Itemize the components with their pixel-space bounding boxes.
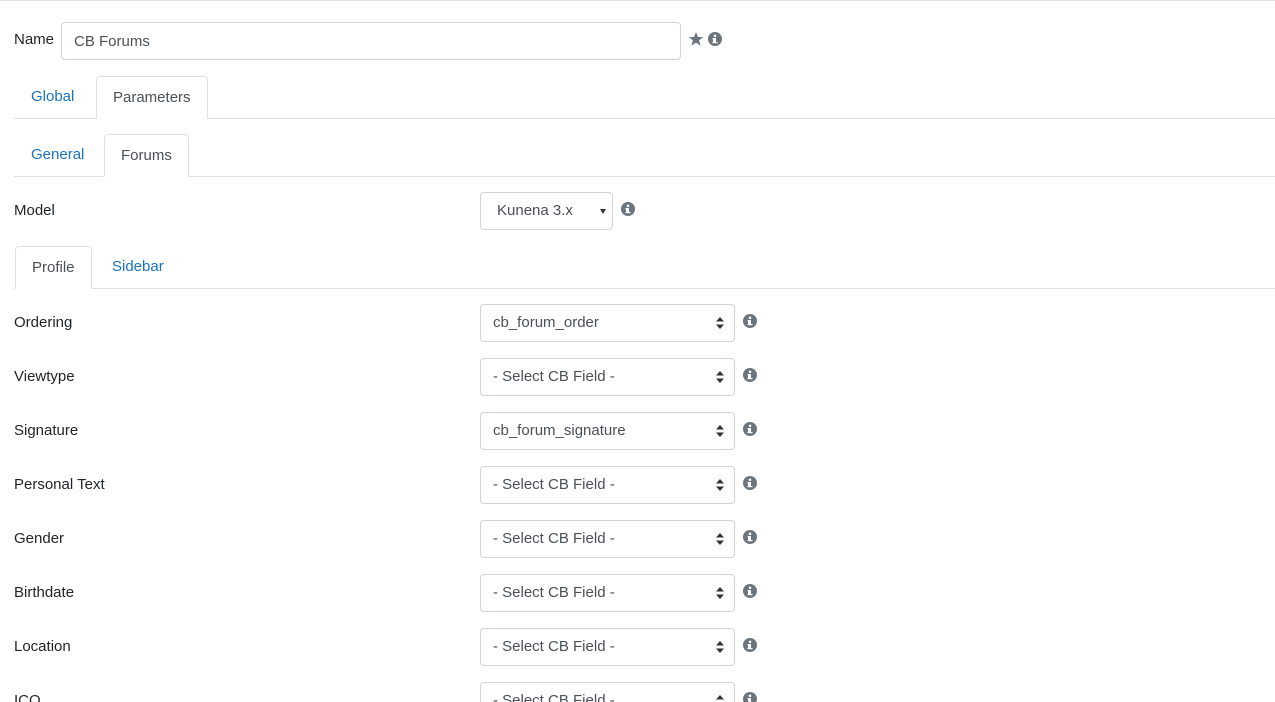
tab-global[interactable]: Global: [15, 76, 90, 118]
name-input[interactable]: [61, 22, 681, 60]
field-select-value: - Select CB Field -: [493, 584, 615, 601]
info-icon[interactable]: [743, 530, 757, 544]
field-label-signature: Signature: [14, 422, 79, 439]
sort-arrows-icon: [716, 479, 724, 491]
field-select-value: - Select CB Field -: [493, 638, 615, 655]
field-select-value: - Select CB Field -: [493, 530, 615, 547]
model-info-icon[interactable]: [621, 202, 635, 216]
name-info-icon[interactable]: [708, 32, 722, 46]
field-select-value: - Select CB Field -: [493, 692, 615, 702]
info-icon[interactable]: [743, 692, 757, 702]
field-select-ordering[interactable]: cb_forum_order: [480, 304, 735, 342]
info-icon[interactable]: [743, 476, 757, 490]
profile-tabs: Profile Sidebar: [14, 246, 1275, 289]
chevron-down-icon: [600, 209, 606, 214]
info-icon[interactable]: [743, 584, 757, 598]
field-select-value: cb_forum_order: [493, 314, 599, 331]
field-select-gender[interactable]: - Select CB Field -: [480, 520, 735, 558]
field-select-value: - Select CB Field -: [493, 368, 615, 385]
field-select-value: - Select CB Field -: [493, 476, 615, 493]
field-select-viewtype[interactable]: - Select CB Field -: [480, 358, 735, 396]
field-label-ordering: Ordering: [14, 314, 73, 331]
field-select-birthdate[interactable]: - Select CB Field -: [480, 574, 735, 612]
field-select-icq[interactable]: - Select CB Field -: [480, 682, 735, 702]
sort-arrows-icon: [716, 587, 724, 599]
tab-profile[interactable]: Profile: [15, 246, 92, 289]
model-label: Model: [14, 202, 55, 219]
name-label: Name: [14, 31, 55, 48]
tab-parameters[interactable]: Parameters: [96, 76, 208, 119]
info-icon[interactable]: [743, 314, 757, 328]
star-icon[interactable]: [688, 31, 704, 47]
field-label-location: Location: [14, 638, 71, 655]
top-divider: [0, 0, 1275, 1]
field-label-gender: Gender: [14, 530, 65, 547]
sort-arrows-icon: [716, 317, 724, 329]
sort-arrows-icon: [716, 371, 724, 383]
model-select[interactable]: Kunena 3.x: [480, 192, 613, 230]
info-icon[interactable]: [743, 422, 757, 436]
sort-arrows-icon: [716, 533, 724, 545]
sort-arrows-icon: [716, 425, 724, 437]
field-label-viewtype: Viewtype: [14, 368, 75, 385]
field-select-personal-text[interactable]: - Select CB Field -: [480, 466, 735, 504]
model-select-value: Kunena 3.x: [497, 202, 573, 219]
tab-sidebar[interactable]: Sidebar: [96, 246, 180, 288]
info-icon[interactable]: [743, 638, 757, 652]
info-icon[interactable]: [743, 368, 757, 382]
field-select-signature[interactable]: cb_forum_signature: [480, 412, 735, 450]
main-tabs: Global Parameters: [14, 76, 1275, 119]
tab-forums[interactable]: Forums: [104, 134, 189, 177]
sort-arrows-icon: [716, 695, 724, 700]
field-select-value: cb_forum_signature: [493, 422, 626, 439]
field-label-birthdate: Birthdate: [14, 584, 75, 601]
tab-general[interactable]: General: [15, 134, 100, 176]
page: Name Global Parameters General Forums Mo…: [0, 0, 1275, 702]
field-select-location[interactable]: - Select CB Field -: [480, 628, 735, 666]
sort-arrows-icon: [716, 641, 724, 653]
sub-tabs: General Forums: [14, 134, 1275, 177]
field-label-icq: ICQ: [14, 692, 41, 702]
field-label-personal-text: Personal Text: [14, 476, 105, 493]
